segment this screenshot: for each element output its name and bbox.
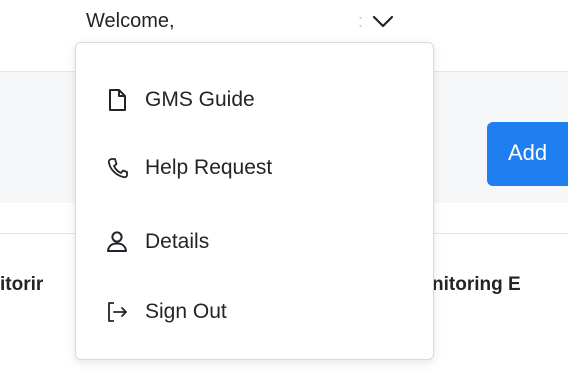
menu-item-label: Sign Out: [145, 300, 227, 323]
sign-out-icon: [106, 300, 128, 324]
menu-item-label: Details: [145, 230, 210, 253]
app-stage: Welcome, : Add itorir nitoring E GMS Gui…: [0, 0, 568, 377]
column-header-left[interactable]: itorir: [0, 274, 43, 296]
add-button[interactable]: Add: [487, 122, 568, 186]
menu-item-details[interactable]: Details: [106, 227, 209, 257]
menu-item-gms-guide[interactable]: GMS Guide: [106, 85, 255, 115]
user-dropdown-menu: GMS Guide Help Request Details Sign Out: [75, 42, 434, 360]
welcome-separator: :: [358, 11, 364, 31]
menu-item-label: Help Request: [145, 156, 273, 179]
chevron-down-icon[interactable]: [372, 14, 394, 30]
file-icon: [106, 88, 128, 112]
menu-item-label: GMS Guide: [145, 88, 255, 111]
menu-item-help-request[interactable]: Help Request: [106, 153, 272, 183]
column-header-right[interactable]: nitoring E: [432, 274, 521, 296]
menu-item-sign-out[interactable]: Sign Out: [106, 297, 227, 327]
user-icon: [106, 230, 128, 254]
welcome-text: Welcome,: [86, 10, 175, 32]
phone-icon: [106, 156, 128, 180]
